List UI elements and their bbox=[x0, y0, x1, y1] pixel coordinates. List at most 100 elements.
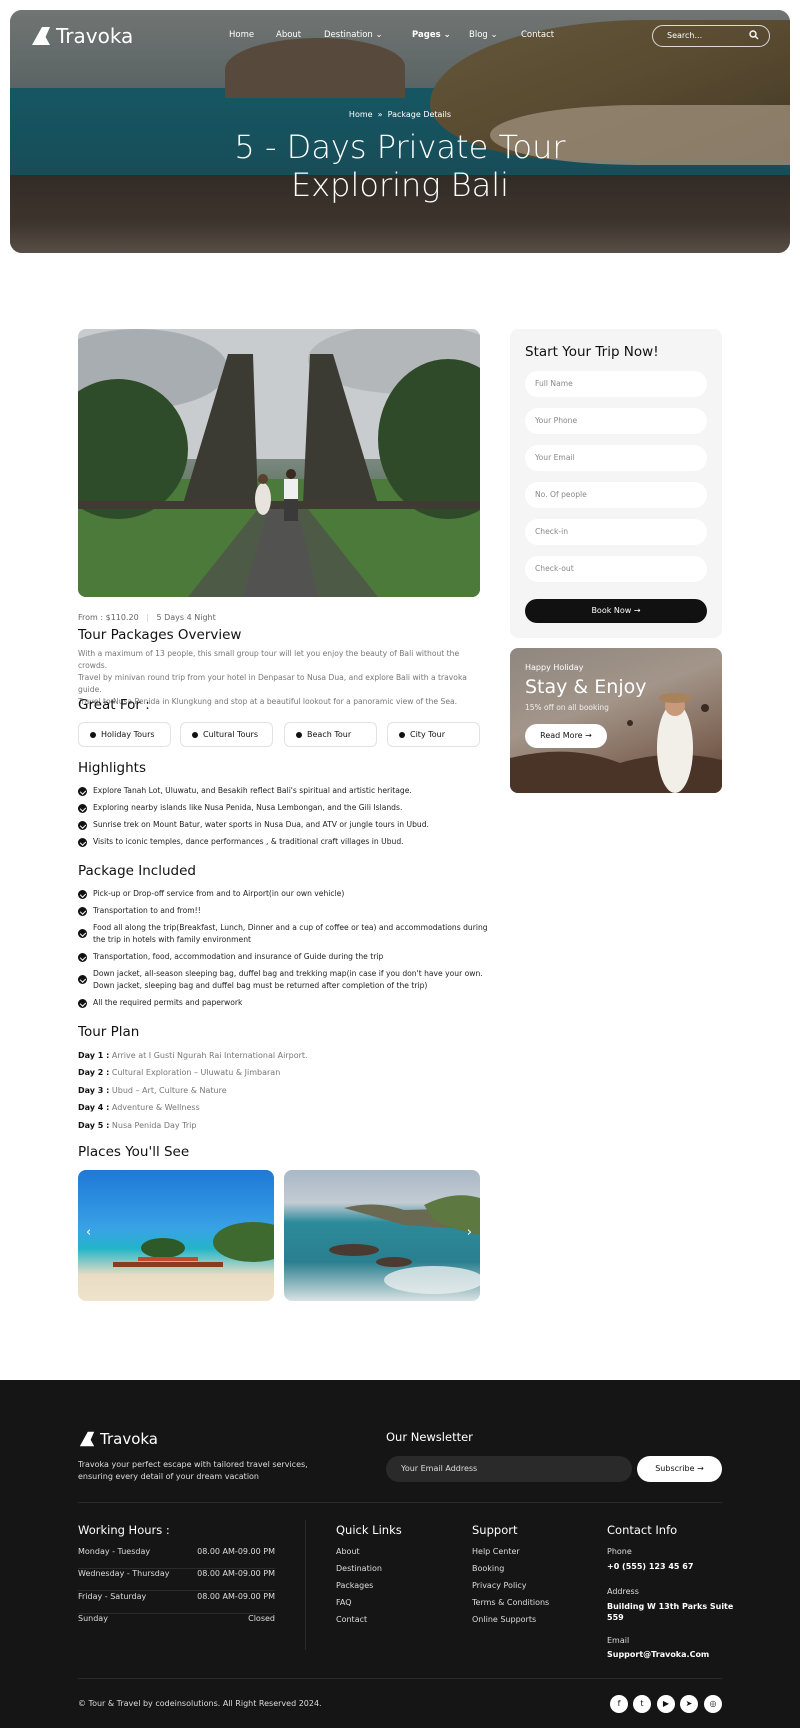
great-for-chip: Beach Tour bbox=[284, 722, 377, 747]
hero-banner: Travoka Home About Destination ⌄ Pages ⌄… bbox=[10, 10, 790, 253]
tour-plan-day-text: Nusa Penida Day Trip bbox=[111, 1121, 197, 1130]
included-item: Transportation, food, accommodation and … bbox=[78, 951, 488, 963]
email-field[interactable]: Your Email bbox=[525, 445, 707, 471]
subscribe-button[interactable]: Subscribe → bbox=[637, 1456, 722, 1482]
check-out-field[interactable]: Check-out bbox=[525, 556, 707, 582]
subscribe-label: Subscribe bbox=[655, 1464, 695, 1473]
search-input[interactable]: Search... bbox=[652, 25, 770, 47]
tour-plan-day[interactable]: Day 3 : Ubud – Art, Culture & Nature bbox=[78, 1086, 227, 1095]
package-price: From : $110.20 bbox=[78, 613, 139, 622]
breadcrumb: Home » Package Details bbox=[10, 110, 790, 119]
footer-link-packages[interactable]: Packages bbox=[336, 1581, 373, 1590]
facebook-icon[interactable]: f bbox=[610, 1695, 628, 1713]
email-label: Email bbox=[607, 1636, 630, 1645]
twitter-icon[interactable]: t bbox=[633, 1695, 651, 1713]
hours-time: 08.00 AM-09.00 PM bbox=[197, 1592, 275, 1601]
phone-field[interactable]: Your Phone bbox=[525, 408, 707, 434]
nav-destination[interactable]: Destination ⌄ bbox=[324, 30, 383, 40]
footer-link-destination[interactable]: Destination bbox=[336, 1564, 382, 1573]
support-link-privacy[interactable]: Privacy Policy bbox=[472, 1581, 527, 1590]
support-email[interactable]: Support@Travoka.Com bbox=[607, 1650, 709, 1659]
support-link-terms[interactable]: Terms & Conditions bbox=[472, 1598, 549, 1607]
nav-home[interactable]: Home bbox=[229, 30, 254, 40]
newsletter-title: Our Newsletter bbox=[386, 1430, 473, 1444]
places-title: Places You'll See bbox=[78, 1144, 190, 1160]
great-for-title: Great For : bbox=[78, 697, 150, 713]
check-in-field[interactable]: Check-in bbox=[525, 519, 707, 545]
bali-gate-image bbox=[78, 329, 480, 597]
promo-title: Stay & Enjoy bbox=[525, 676, 647, 698]
check-circle-icon bbox=[78, 975, 87, 984]
tour-plan-day-label: Day 2 : bbox=[78, 1068, 110, 1077]
support-link-booking[interactable]: Booking bbox=[472, 1564, 504, 1573]
package-main-image bbox=[78, 329, 480, 597]
included-text: Down jacket, all-season sleeping bag, du… bbox=[93, 969, 483, 978]
telegram-icon[interactable]: ➤ bbox=[680, 1695, 698, 1713]
tour-plan-day-label: Day 1 : bbox=[78, 1051, 110, 1060]
tour-plan-day[interactable]: Day 2 : Cultural Exploration – Uluwatu &… bbox=[78, 1068, 280, 1077]
search-icon[interactable] bbox=[749, 30, 759, 40]
brand-logo[interactable]: Travoka bbox=[30, 24, 133, 48]
highlight-item: Exploring nearby islands like Nusa Penid… bbox=[78, 802, 488, 814]
highlight-text: Explore Tanah Lot, Uluwatu, and Besakih … bbox=[93, 786, 412, 795]
package-price-duration: From : $110.20 | 5 Days 4 Night bbox=[78, 613, 216, 622]
hours-row: Sunday Closed bbox=[78, 1614, 275, 1636]
nav-blog[interactable]: Blog ⌄ bbox=[469, 30, 498, 40]
promo-banner: Happy Holiday Stay & Enjoy 15% off on al… bbox=[510, 648, 722, 793]
footer-link-about[interactable]: About bbox=[336, 1547, 360, 1556]
instagram-icon[interactable]: ◎ bbox=[704, 1695, 722, 1713]
footer-logo[interactable]: Travoka bbox=[78, 1430, 158, 1448]
tour-plan-day[interactable]: Day 1 : Arrive at I Gusti Ngurah Rai Int… bbox=[78, 1051, 308, 1060]
read-more-label: Read More bbox=[540, 731, 583, 740]
support-link-online[interactable]: Online Supports bbox=[472, 1615, 536, 1624]
footer-brand-name: Travoka bbox=[100, 1430, 158, 1448]
tour-plan-day[interactable]: Day 4 : Adventure & Wellness bbox=[78, 1103, 200, 1112]
overview-text-line: With a maximum of 13 people, this small … bbox=[78, 649, 460, 670]
copyright: © Tour & Travel by codeinsolutions. All … bbox=[78, 1699, 322, 1708]
contact-title: Contact Info bbox=[607, 1523, 678, 1537]
hours-day: Sunday bbox=[78, 1614, 108, 1623]
carousel-prev-icon[interactable]: ‹ bbox=[86, 1225, 91, 1240]
footer-link-contact[interactable]: Contact bbox=[336, 1615, 367, 1624]
included-text: All the required permits and paperwork bbox=[93, 998, 243, 1007]
chevron-down-icon: ⌄ bbox=[375, 30, 383, 40]
check-circle-icon bbox=[78, 953, 87, 962]
support-link-help-center[interactable]: Help Center bbox=[472, 1547, 520, 1556]
quick-links-title: Quick Links bbox=[336, 1523, 402, 1537]
carousel-next-icon[interactable]: › bbox=[467, 1225, 472, 1240]
hours-time: Closed bbox=[248, 1614, 275, 1623]
included-item: Down jacket, all-season sleeping bag, du… bbox=[78, 968, 488, 992]
address-value: Building W 13th Parks Suite 559 bbox=[607, 1601, 733, 1623]
page-title-line1: 5 - Days Private Tour bbox=[234, 128, 566, 166]
included-text: Food all along the trip(Breakfast, Lunch… bbox=[93, 923, 488, 932]
nav-pages[interactable]: Pages ⌄ bbox=[412, 30, 451, 40]
check-circle-icon bbox=[78, 838, 87, 847]
phone-number[interactable]: +0 (555) 123 45 67 bbox=[607, 1562, 693, 1571]
included-text: the trip in hotels with family environme… bbox=[93, 935, 251, 944]
tour-plan-day-text: Arrive at I Gusti Ngurah Rai Internation… bbox=[111, 1051, 308, 1060]
nav-contact[interactable]: Contact bbox=[521, 30, 554, 40]
promo-subtitle: 15% off on all booking bbox=[525, 703, 609, 712]
included-item: Transportation to and from!! bbox=[78, 905, 488, 917]
hours-row: Wednesday - Thursday 08.00 AM-09.00 PM bbox=[78, 1569, 275, 1591]
great-for-chip: Cultural Tours bbox=[180, 722, 273, 747]
tour-plan-day[interactable]: Day 5 : Nusa Penida Day Trip bbox=[78, 1121, 196, 1130]
brand-name: Travoka bbox=[56, 24, 134, 48]
place-image-beach[interactable]: ‹ bbox=[78, 1170, 274, 1301]
nav-about[interactable]: About bbox=[276, 30, 301, 40]
read-more-button[interactable]: Read More → bbox=[525, 724, 607, 748]
arrow-right-icon: → bbox=[697, 1464, 704, 1473]
footer-link-faq[interactable]: FAQ bbox=[336, 1598, 352, 1607]
youtube-icon[interactable]: ▶ bbox=[657, 1695, 675, 1713]
address-label: Address bbox=[607, 1587, 639, 1596]
breadcrumb-home[interactable]: Home bbox=[349, 110, 373, 119]
overview-title: Tour Packages Overview bbox=[78, 627, 242, 643]
newsletter-email-input[interactable]: Your Email Address bbox=[386, 1456, 632, 1482]
place-image-coast[interactable]: › bbox=[284, 1170, 480, 1301]
people-field[interactable]: No. Of people bbox=[525, 482, 707, 508]
book-now-button[interactable]: Book Now → bbox=[525, 599, 707, 623]
search-placeholder: Search... bbox=[667, 31, 703, 40]
tour-plan-day-text: Ubud – Art, Culture & Nature bbox=[111, 1086, 227, 1095]
full-name-field[interactable]: Full Name bbox=[525, 371, 707, 397]
tour-plan-day-text: Adventure & Wellness bbox=[111, 1103, 200, 1112]
